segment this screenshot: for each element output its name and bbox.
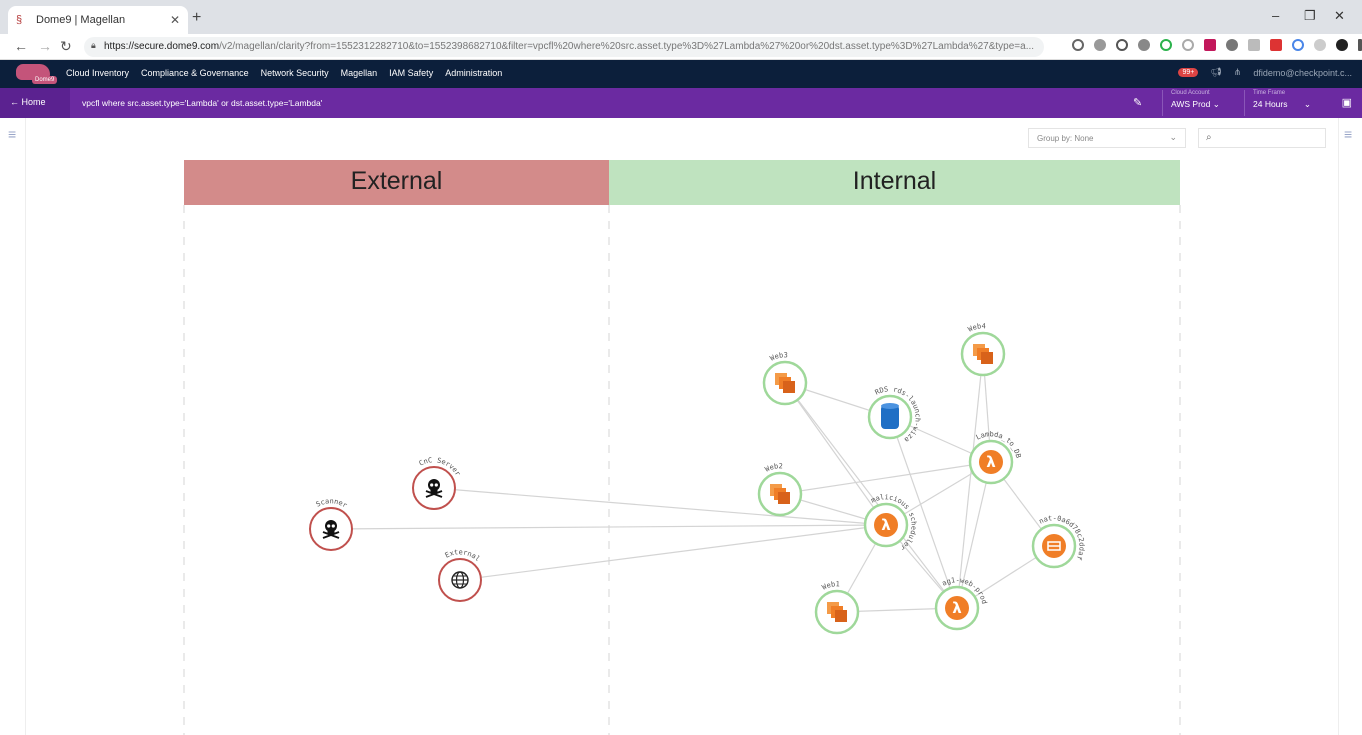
network-graph: CnC ServerScannerExternalWeb3Web4RDS rds… [0, 118, 1181, 735]
nav-administration[interactable]: Administration [445, 68, 502, 78]
edge-web2-lambda_db[interactable] [779, 461, 992, 495]
extension-icons [1072, 39, 1362, 51]
edge-external-malicious[interactable] [459, 524, 887, 581]
save-icon[interactable]: ▣ [1342, 96, 1352, 109]
graph-node-web2[interactable]: Web2 [754, 462, 806, 517]
graph-node-web3[interactable]: Web3 [759, 351, 811, 406]
svg-text:λ: λ [986, 453, 996, 471]
cloud-account-select[interactable]: Cloud Account AWS Prod ⌄ [1162, 90, 1240, 116]
lambda-icon: λ [979, 450, 1003, 474]
close-tab-icon[interactable]: ✕ [170, 13, 180, 27]
user-area: 99+ 📢︎ ⋔ dfidemo@checkpoint.c... [1178, 67, 1352, 78]
notification-badge[interactable]: 99+ [1178, 68, 1199, 77]
extension-icon[interactable] [1226, 39, 1238, 51]
reload-icon[interactable]: ↻ [60, 38, 72, 55]
extension-icon[interactable] [1160, 39, 1172, 51]
graph-node-cnc[interactable]: CnC Server [408, 456, 462, 510]
browser-tab-bar: § Dome9 | Magellan ✕ + – ❐ ✕ [0, 0, 1362, 34]
maximize-icon[interactable]: ❐ [1304, 8, 1316, 24]
edge-cnc-malicious[interactable] [433, 487, 887, 526]
address-bar: ← → ↻ 🔒︎ https://secure.dome9.com/v2/mag… [0, 34, 1362, 60]
sitemap-icon[interactable]: ⋔ [1234, 67, 1242, 78]
graph-node-web4[interactable]: Web4 [957, 322, 1009, 377]
graph-node-scanner[interactable]: Scanner [305, 497, 357, 551]
query-text[interactable]: vpcfl where src.asset.type='Lambda' or d… [82, 98, 322, 108]
graph-canvas[interactable]: ≡ ≡ Group by: None ⌄ ⌕ External Internal… [0, 118, 1362, 735]
megaphone-icon[interactable]: 📢︎ [1210, 67, 1221, 78]
browser-tab[interactable]: § Dome9 | Magellan ✕ [8, 6, 188, 34]
extension-icon[interactable] [1116, 39, 1128, 51]
url-host: https://secure.dome9.com [104, 41, 220, 52]
close-window-icon[interactable]: ✕ [1334, 8, 1345, 24]
nat-gateway-icon [1042, 534, 1066, 558]
extension-icon[interactable] [1292, 39, 1304, 51]
cloud-account-value: AWS Prod [1171, 99, 1211, 109]
nav-magellan[interactable]: Magellan [341, 68, 378, 78]
extension-icon[interactable] [1182, 39, 1194, 51]
minimize-icon[interactable]: – [1272, 8, 1279, 23]
lock-icon: 🔒︎ [91, 40, 96, 50]
nav-compliance-governance[interactable]: Compliance & Governance [141, 68, 249, 78]
nav-iam-safety[interactable]: IAM Safety [389, 68, 433, 78]
dome9-favicon-icon: § [16, 14, 23, 26]
url-input[interactable]: 🔒︎ https://secure.dome9.com/v2/magellan/… [84, 37, 1044, 57]
profile-avatar-icon[interactable] [1336, 39, 1348, 51]
extension-icon[interactable] [1204, 39, 1216, 51]
extension-icon[interactable] [1314, 39, 1326, 51]
url-path: /v2/magellan/clarity?from=1552312282710&… [219, 41, 1035, 52]
edit-pencil-icon[interactable]: ✎ [1133, 96, 1142, 109]
time-frame-select[interactable]: Time Frame 24 Hours ⌄ [1244, 90, 1328, 116]
graph-node-web1[interactable]: Web1 [811, 580, 863, 635]
chevron-down-icon: ⌄ [1303, 99, 1311, 109]
graph-node-external[interactable]: External [434, 548, 486, 602]
extension-icon[interactable] [1248, 39, 1260, 51]
edge-web3-malicious[interactable] [784, 382, 887, 526]
nav-cloud-inventory[interactable]: Cloud Inventory [66, 68, 129, 78]
home-button[interactable]: ← Home [0, 88, 70, 118]
svg-text:λ: λ [952, 599, 962, 617]
main-menu: Cloud Inventory Compliance & Governance … [66, 68, 502, 78]
lambda-icon: λ [874, 513, 898, 537]
forward-icon[interactable]: → [38, 38, 52, 54]
back-icon[interactable]: ← [14, 38, 28, 54]
rds-database-icon [881, 403, 899, 429]
svg-text:λ: λ [881, 516, 891, 534]
graph-node-lambda_db[interactable]: λLambda_to_DB [965, 430, 1022, 485]
extension-icon[interactable] [1138, 39, 1150, 51]
graph-node-malicious[interactable]: λmalicious scheduler [860, 493, 918, 552]
nav-network-security[interactable]: Network Security [261, 68, 329, 78]
new-tab-icon[interactable]: + [192, 9, 201, 27]
user-email[interactable]: dfidemo@checkpoint.c... [1253, 68, 1352, 78]
lambda-icon: λ [945, 596, 969, 620]
logo-badge: Dome9 [32, 76, 58, 84]
time-frame-value: 24 Hours [1253, 99, 1288, 109]
app-nav-bar: Dome9 Cloud Inventory Compliance & Gover… [0, 60, 1362, 88]
query-bar: ← Home vpcfl where src.asset.type='Lambd… [0, 88, 1362, 118]
edge-web4-ag1[interactable] [956, 353, 984, 609]
browser-menu-icon[interactable] [1358, 39, 1362, 51]
tab-title: Dome9 | Magellan [36, 14, 126, 26]
cloud-account-caption: Cloud Account [1171, 90, 1210, 96]
dome9-logo[interactable]: Dome9 [16, 62, 58, 86]
chevron-down-icon: ⌄ [1212, 99, 1220, 109]
star-icon[interactable] [1094, 39, 1106, 51]
zoom-icon[interactable] [1072, 39, 1084, 51]
extension-icon[interactable] [1270, 39, 1282, 51]
time-frame-caption: Time Frame [1253, 90, 1286, 96]
